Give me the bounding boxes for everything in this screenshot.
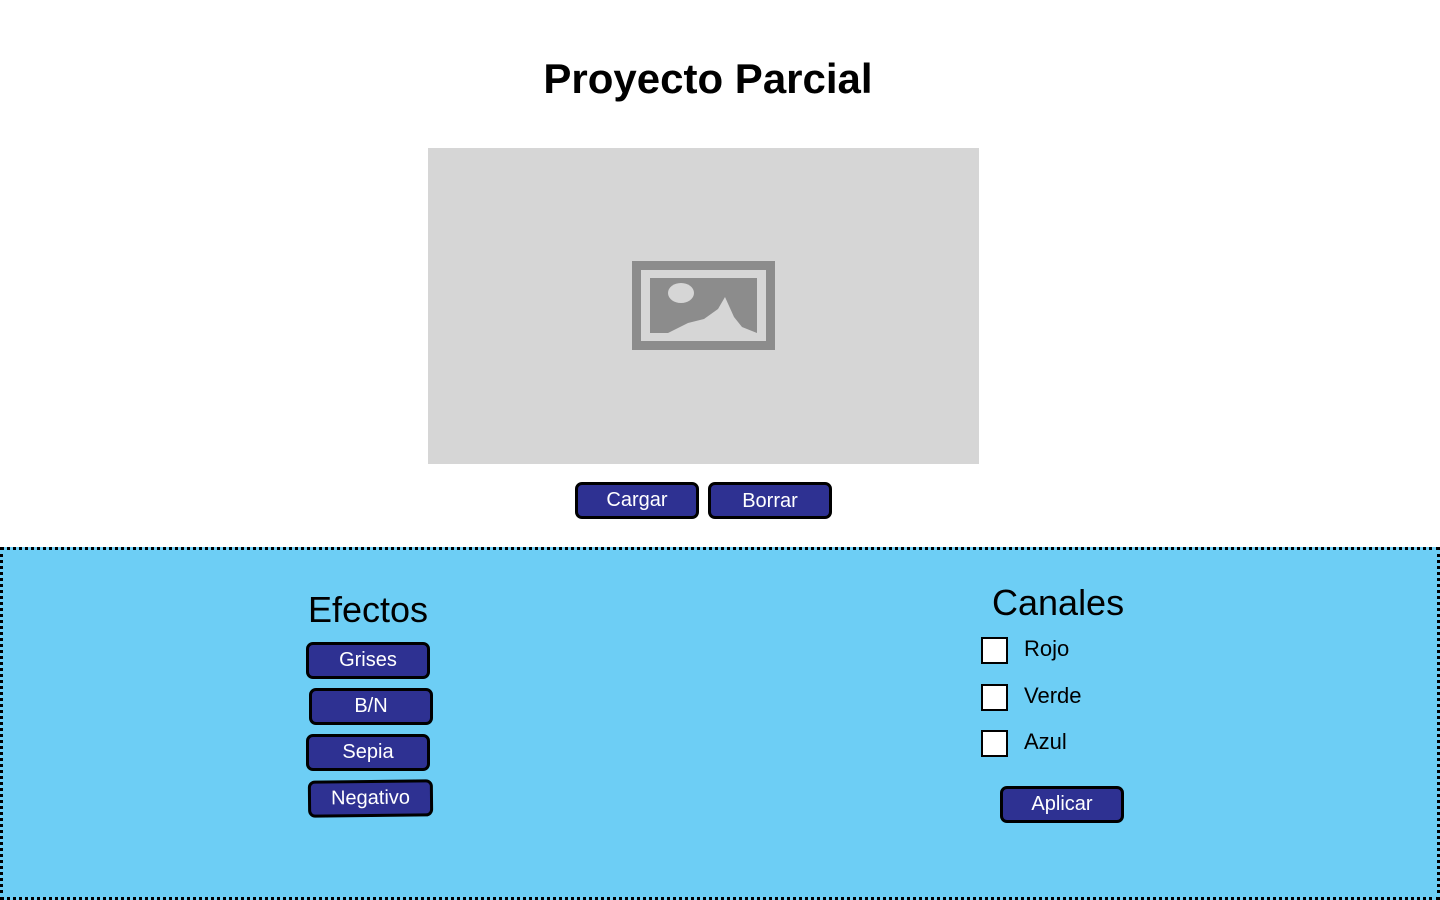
green-channel-label: Verde	[1024, 683, 1082, 708]
image-preview	[428, 148, 979, 464]
channels-title: Canales	[992, 582, 1125, 623]
load-button[interactable]: Cargar	[575, 482, 699, 519]
negative-button[interactable]: Negativo	[307, 779, 434, 818]
sepia-button[interactable]: Sepia	[306, 734, 430, 771]
blue-channel-label: Azul	[1024, 729, 1067, 754]
blue-channel-checkbox[interactable]	[981, 730, 1008, 757]
image-placeholder-icon	[632, 261, 775, 350]
page-title: Proyecto Parcial	[543, 55, 873, 102]
red-channel-label: Rojo	[1024, 636, 1070, 661]
red-channel-checkbox[interactable]	[981, 637, 1008, 664]
grayscale-button[interactable]: Grises	[306, 642, 430, 679]
apply-button[interactable]: Aplicar	[1000, 786, 1124, 823]
green-channel-checkbox[interactable]	[981, 684, 1008, 711]
clear-button[interactable]: Borrar	[708, 482, 832, 519]
controls-panel	[0, 547, 1440, 900]
black-white-button[interactable]: B/N	[309, 688, 433, 725]
effects-title: Efectos	[308, 589, 429, 630]
